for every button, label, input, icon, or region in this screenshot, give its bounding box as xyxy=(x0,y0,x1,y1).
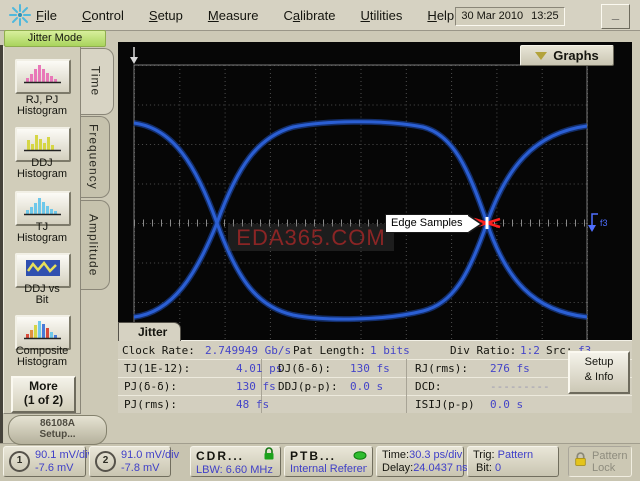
edge-samples-callout: Edge Samples xyxy=(385,214,469,233)
cdr-button[interactable]: CDR... LBW: 6.60 MHz xyxy=(190,446,281,477)
channel-2-button[interactable]: 2 91.0 mV/div-7.8 mV xyxy=(89,446,171,477)
pj-rms-label: PJ(rms): xyxy=(124,398,177,411)
menu-file[interactable]: File xyxy=(36,8,57,23)
isij-value: 0.0 s xyxy=(490,398,523,411)
pj-dd-label: PJ(δ-δ): xyxy=(124,380,177,393)
ddj-histogram-label: DDJHistogram xyxy=(4,158,80,180)
menu-help[interactable]: Help xyxy=(427,8,454,23)
jitter-results-panel: Clock Rate: 2.749949 Gb/s Pat Length: 1 … xyxy=(118,340,632,413)
menu-control[interactable]: Control xyxy=(82,8,124,23)
pat-length-label: Pat Length: xyxy=(293,344,366,357)
dropdown-triangle-icon xyxy=(535,52,547,60)
watermark: EDA365.COM xyxy=(228,224,394,251)
datetime-display: 30 Mar 201013:25 xyxy=(455,7,565,26)
ptb-button[interactable]: PTB... Internal Reference xyxy=(284,446,373,477)
rj-pj-histogram-button[interactable] xyxy=(15,59,71,94)
ddj-label: DDJ(p-p): xyxy=(278,380,338,393)
ddj-vs-bit-icon xyxy=(23,257,63,284)
svg-text:f3: f3 xyxy=(600,218,608,228)
reference-arrow-icon xyxy=(130,47,138,64)
sidebar-button-panel: RJ, PJHistogram DDJHistogram TJHistogram… xyxy=(3,46,81,414)
tj-value: 4.01 ps xyxy=(236,362,282,375)
timebase-button[interactable]: Time:30.3 ps/div Delay:24.0437 ns xyxy=(376,446,464,477)
rj-label: RJ(rms): xyxy=(415,362,468,375)
more-pages-button[interactable]: More(1 of 2) xyxy=(11,376,76,413)
agilent-spark-icon xyxy=(8,3,32,32)
tab-frequency[interactable]: Frequency xyxy=(78,116,110,198)
ptb-status-led-icon xyxy=(353,449,367,463)
rj-pj-histogram-label: RJ, PJHistogram xyxy=(4,95,80,117)
channel-1-knob-icon: 1 xyxy=(9,451,30,472)
setup-info-button[interactable]: Setup& Info xyxy=(568,351,630,394)
tab-time[interactable]: Time xyxy=(78,48,114,115)
isij-label: ISIJ(p-p) xyxy=(415,398,475,411)
status-bar: 1 90.1 mV/div-7.6 mV 2 91.0 mV/div-7.8 m… xyxy=(0,443,640,481)
pattern-lock-icon xyxy=(574,452,587,472)
scope-application: { "colors": { "value_text": "#4545c8", "… xyxy=(0,0,640,480)
ddj-vs-bit-label: DDJ vsBit xyxy=(4,284,80,306)
tj-label: TJ(1E-12): xyxy=(124,362,190,375)
pj-rms-value: 48 fs xyxy=(236,398,269,411)
div-ratio-value: 1:2 xyxy=(520,344,540,357)
tab-amplitude[interactable]: Amplitude xyxy=(78,200,110,290)
clock-rate-label: Clock Rate: xyxy=(122,344,195,357)
graticule xyxy=(134,65,588,341)
channel-1-button[interactable]: 1 90.1 mV/div-7.6 mV xyxy=(3,446,86,477)
tj-histogram-icon xyxy=(23,195,63,222)
minimize-button[interactable]: _ xyxy=(601,4,630,29)
composite-histogram-icon xyxy=(23,319,63,346)
pat-length-value: 1 bits xyxy=(370,344,410,357)
menu-measure[interactable]: Measure xyxy=(208,8,259,23)
ddj-histogram-icon xyxy=(23,131,63,158)
title-bar: File Control Setup Measure Calibrate Uti… xyxy=(0,0,640,31)
menu-utilities[interactable]: Utilities xyxy=(361,8,403,23)
rj-value: 276 fs xyxy=(490,362,530,375)
rj-pj-histogram-icon xyxy=(23,63,63,90)
pj-dd-value: 130 fs xyxy=(236,380,276,393)
menu-bar: File Control Setup Measure Calibrate Uti… xyxy=(36,0,454,30)
dj-value: 130 fs xyxy=(350,362,390,375)
graphs-menu-button[interactable]: Graphs xyxy=(520,45,614,66)
dj-label: DJ(δ-δ): xyxy=(278,362,331,375)
composite-histogram-label: CompositeHistogram xyxy=(4,346,80,368)
menu-calibrate[interactable]: Calibrate xyxy=(283,8,335,23)
channel-2-knob-icon: 2 xyxy=(95,451,116,472)
module-setup-button[interactable]: 86108ASetup... xyxy=(8,415,107,445)
jitter-panel-tab[interactable]: Jitter xyxy=(118,322,181,341)
mode-label: Jitter Mode xyxy=(4,30,106,47)
trigger-button[interactable]: Trig: Pattern Bit: 0 xyxy=(467,446,559,477)
ddj-value: 0.0 s xyxy=(350,380,383,393)
div-ratio-label: Div Ratio: xyxy=(450,344,516,357)
pattern-lock-button[interactable]: PatternLock xyxy=(568,446,632,477)
cdr-lock-icon xyxy=(263,447,275,464)
graph-display-area: f3 Graphs EDA365.COM Edge Samples Jitter… xyxy=(118,42,632,412)
source-marker-f3[interactable]: f3 xyxy=(588,214,608,232)
dcd-label: DCD: xyxy=(415,380,442,393)
menu-setup[interactable]: Setup xyxy=(149,8,183,23)
clock-rate-value: 2.749949 Gb/s xyxy=(205,344,291,357)
tj-histogram-label: TJHistogram xyxy=(4,222,80,244)
dcd-value: --------- xyxy=(490,380,550,393)
